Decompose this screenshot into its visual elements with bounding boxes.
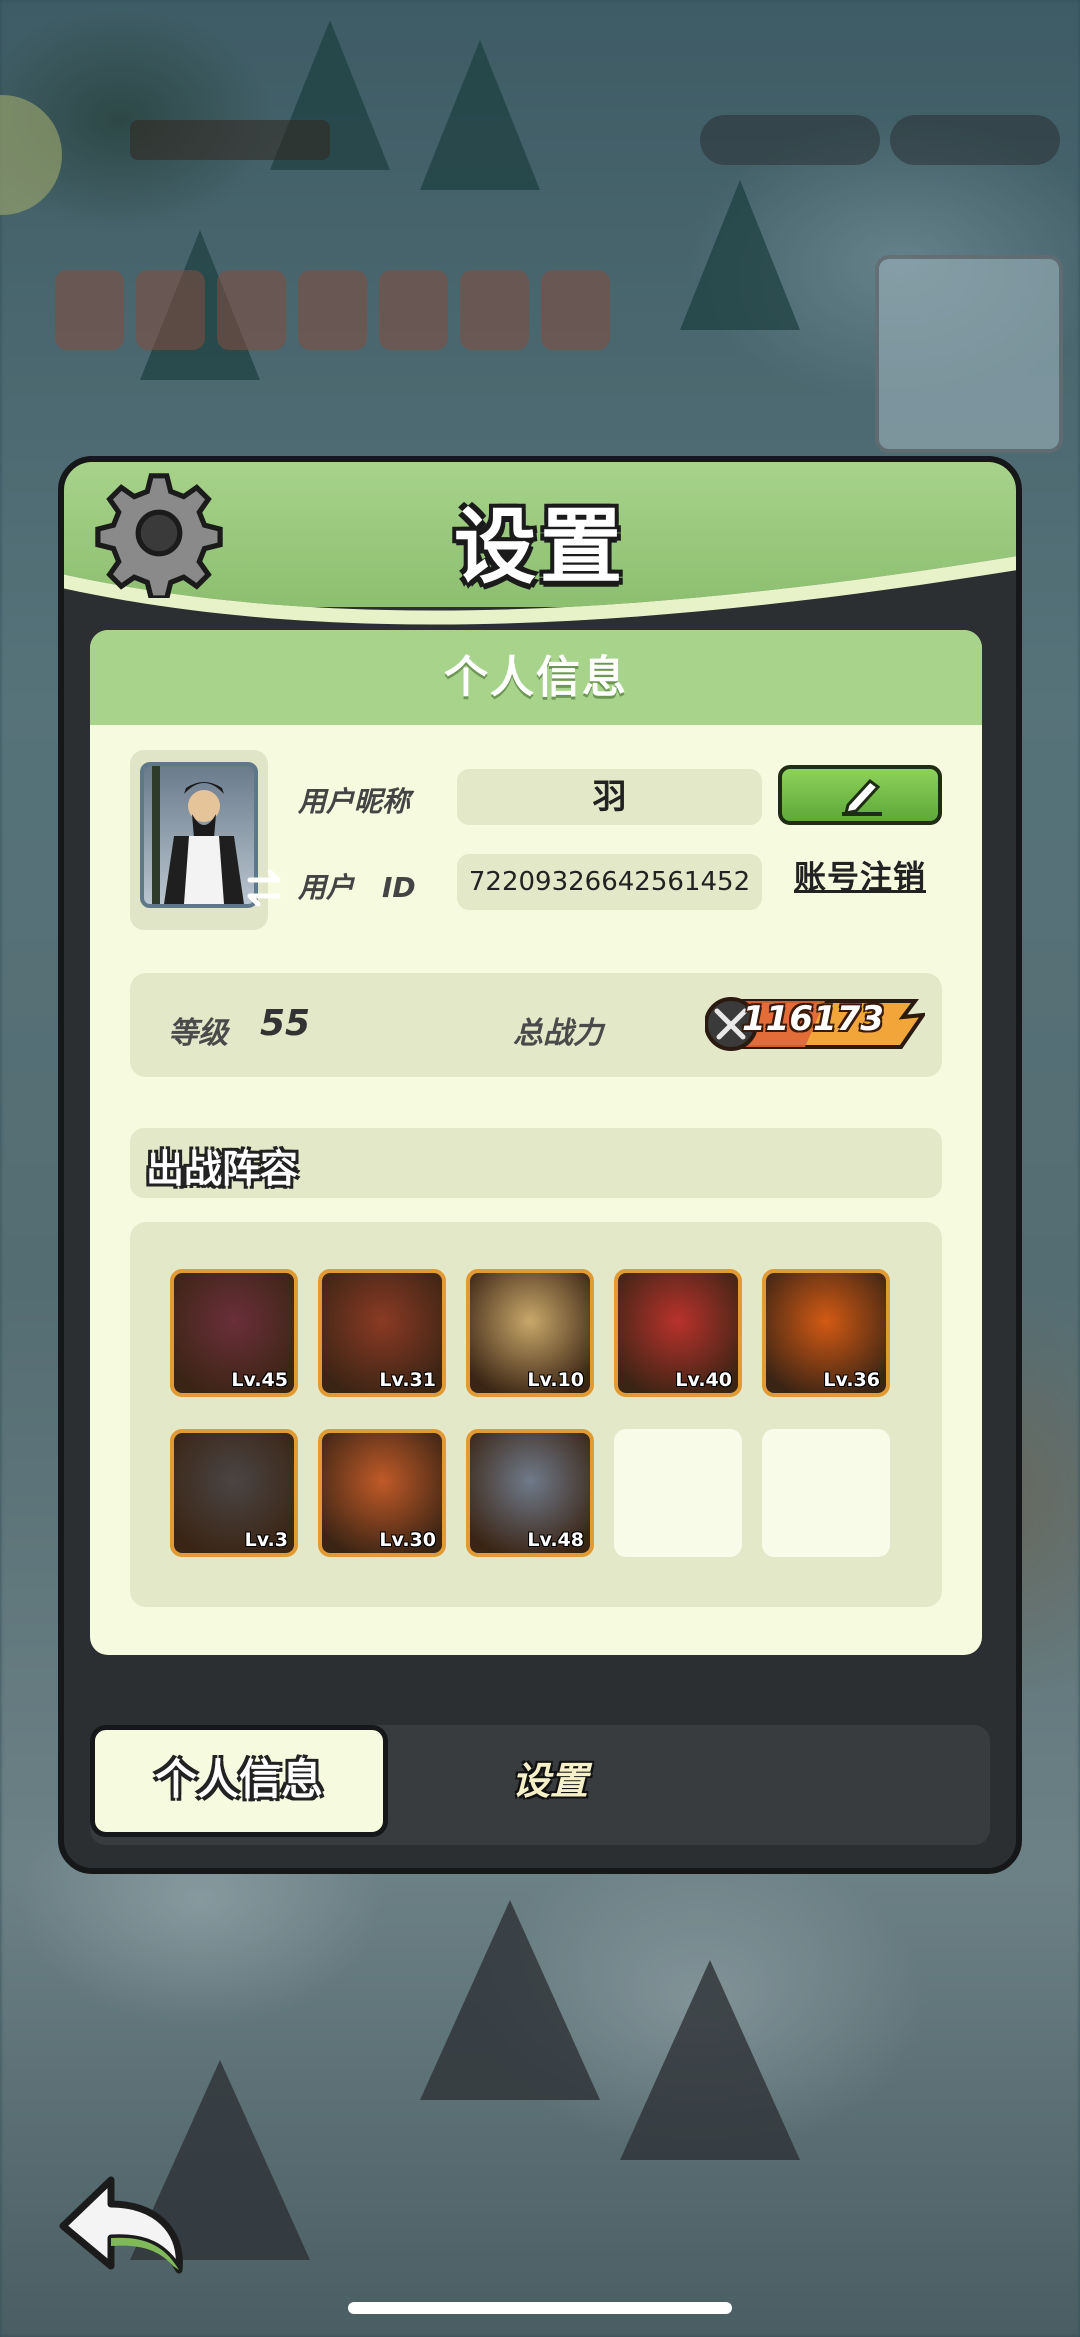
hero-level: Lv.45 bbox=[231, 1369, 288, 1391]
lineup-header: 出战阵容 bbox=[130, 1128, 942, 1198]
hero-slot[interactable]: Lv.40 bbox=[614, 1269, 742, 1397]
hero-slot[interactable]: Lv.3 bbox=[170, 1429, 298, 1557]
hero-level: Lv.36 bbox=[823, 1369, 880, 1391]
hero-slot[interactable]: Lv.10 bbox=[466, 1269, 594, 1397]
profile-card: 个人信息 用户昵称 羽 用户 ID 72209326642561452 账号注销 bbox=[90, 630, 982, 1655]
power-value: 116173 bbox=[742, 999, 884, 1039]
hero-slot[interactable]: Lv.36 bbox=[762, 1269, 890, 1397]
panel-tabs: 个人信息 设置 bbox=[90, 1725, 990, 1845]
level-value: 55 bbox=[260, 1003, 311, 1044]
avatar-button[interactable] bbox=[130, 750, 281, 930]
empty-hero-slot[interactable] bbox=[762, 1429, 890, 1557]
power-label: 总战力 bbox=[513, 1016, 603, 1051]
nickname-field: 羽 bbox=[457, 769, 762, 825]
hero-level: Lv.30 bbox=[379, 1529, 436, 1551]
empty-hero-slot[interactable] bbox=[614, 1429, 742, 1557]
hero-slot[interactable]: Lv.45 bbox=[170, 1269, 298, 1397]
level-label: 等级 bbox=[168, 1016, 228, 1051]
hero-level: Lv.10 bbox=[527, 1369, 584, 1391]
nickname-label: 用户昵称 bbox=[298, 785, 411, 818]
hero-slot[interactable]: Lv.48 bbox=[466, 1429, 594, 1557]
pencil-icon bbox=[842, 778, 882, 816]
hero-level: Lv.48 bbox=[527, 1529, 584, 1551]
hero-slot[interactable]: Lv.31 bbox=[318, 1269, 446, 1397]
home-indicator bbox=[348, 2302, 732, 2314]
tab-settings[interactable]: 设置 bbox=[400, 1725, 700, 1837]
stats-bar: 等级 55 总战力 116173 bbox=[130, 973, 942, 1077]
edit-nickname-button[interactable] bbox=[778, 765, 942, 825]
hero-slot[interactable]: Lv.30 bbox=[318, 1429, 446, 1557]
hero-level: Lv.40 bbox=[675, 1369, 732, 1391]
avatar bbox=[140, 762, 258, 908]
hero-level: Lv.3 bbox=[244, 1529, 288, 1551]
panel-title: 设置 bbox=[453, 500, 626, 595]
hero-level: Lv.31 bbox=[379, 1369, 436, 1391]
back-arrow-icon[interactable] bbox=[55, 2170, 195, 2280]
user-id-field: 72209326642561452 bbox=[457, 854, 762, 910]
lineup-title: 出战阵容 bbox=[146, 1147, 299, 1191]
user-id-label: 用户 ID bbox=[298, 871, 416, 904]
tab-profile[interactable]: 个人信息 bbox=[90, 1725, 388, 1837]
delete-account-link[interactable]: 账号注销 bbox=[780, 852, 940, 898]
swap-icon bbox=[247, 869, 281, 907]
lineup-grid: Lv.45 Lv.31 Lv.10 Lv.40 Lv.36 Lv.3 Lv.30… bbox=[130, 1222, 942, 1607]
panel-header: 设置 bbox=[64, 462, 1016, 660]
profile-section-title: 个人信息 bbox=[90, 630, 982, 725]
